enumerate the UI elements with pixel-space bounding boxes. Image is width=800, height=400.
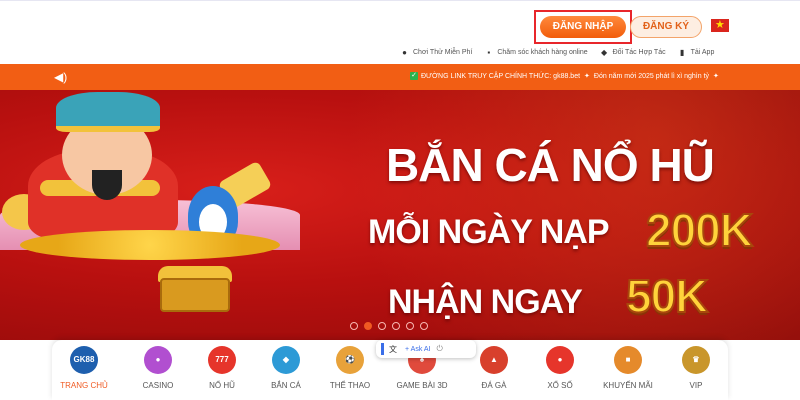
header: ĐĂNG NHẬP ĐĂNG KÝ ★ ● Chơi Thử Miễn Phí … — [0, 0, 800, 64]
fortune-god-hat — [56, 92, 160, 132]
official-link-text: ĐƯỜNG LINK TRUY CẬP CHÍNH THỨC: gk88.bet — [421, 72, 581, 80]
gift-icon: ■ — [614, 346, 642, 374]
star-icon: ✦ — [584, 73, 590, 80]
ai-assistant-popup: 文 + Ask AI ⏻ — [376, 340, 476, 358]
gamepad-icon: ● — [402, 47, 407, 57]
notice-bar: ◀) ✓ ĐƯỜNG LINK TRUY CẬP CHÍNH THỨC: gk8… — [0, 64, 800, 90]
partner-label: Đối Tác Hợp Tác — [612, 48, 666, 56]
customer-care-label: Chăm sóc khách hàng online — [497, 48, 588, 56]
notice-marquee: ✓ ĐƯỜNG LINK TRUY CẬP CHÍNH THỨC: gk88.b… — [410, 72, 723, 80]
rooster-icon: ▲ — [480, 346, 508, 374]
phone-icon: ▮ — [679, 47, 685, 57]
slider-dot-active[interactable] — [364, 322, 372, 330]
star-icon: ✦ — [713, 73, 719, 80]
nav-item-fishing[interactable]: ◆ BẮN CÁ — [256, 346, 316, 390]
translate-icon[interactable]: 文 — [389, 344, 397, 355]
slider-dot[interactable] — [392, 322, 400, 330]
partner-link[interactable]: ◆ Đối Tác Hợp Tác — [600, 48, 666, 57]
customer-care-link[interactable]: ▪ Chăm sóc khách hàng online — [484, 48, 587, 57]
login-button[interactable]: ĐĂNG NHẬP — [540, 16, 626, 38]
free-play-label: Chơi Thử Miễn Phí — [413, 48, 473, 56]
nav-label-vip: VIP — [689, 381, 703, 390]
vietnam-flag-icon[interactable]: ★ — [711, 19, 729, 32]
lottery-ball-icon: ● — [546, 346, 574, 374]
pen-icon[interactable] — [381, 343, 384, 355]
soccer-ball-icon: ⚽ — [336, 346, 364, 374]
promo-text: Đón năm mới 2025 phát lì xì nghìn tỷ — [593, 72, 710, 80]
nav-label-sports: THỂ THAO — [329, 381, 371, 390]
nav-label-lottery: XỔ SỐ — [547, 381, 573, 390]
nav-label-promotions: KHUYẾN MÃI — [603, 381, 653, 390]
nav-label-home: TRANG CHỦ — [60, 381, 108, 390]
nav-item-sports[interactable]: ⚽ THỂ THAO — [320, 346, 380, 390]
banner-headline: BẮN CÁ NỔ HŨ — [386, 139, 715, 191]
gold-coins-pile — [20, 230, 280, 260]
banner-receive-amount: 50K — [625, 269, 709, 323]
slider-dot[interactable] — [350, 322, 358, 330]
speaker-icon[interactable]: ◀) — [54, 70, 67, 84]
register-button[interactable]: ĐĂNG KÝ — [630, 16, 702, 38]
vip-crown-icon: ♛ — [682, 346, 710, 374]
treasure-chest-icon — [160, 278, 230, 312]
nav-label-casino: CASINO — [142, 381, 174, 390]
free-play-link[interactable]: ● Chơi Thử Miễn Phí — [400, 48, 472, 57]
header-links: ● Chơi Thử Miễn Phí ▪ Chăm sóc khách hàn… — [400, 45, 726, 59]
nav-label-fishing: BẮN CÁ — [271, 381, 301, 390]
ask-ai-button[interactable]: + Ask AI — [405, 346, 431, 353]
banner-line-receive: NHẬN NGAY — [388, 283, 583, 321]
download-app-link[interactable]: ▮ Tải App — [678, 47, 715, 57]
nav-item-casino[interactable]: ● CASINO — [128, 346, 188, 390]
chat-icon: ▪ — [487, 47, 491, 57]
power-icon[interactable]: ⏻ — [437, 344, 443, 354]
nav-item-home[interactable]: GK88 TRANG CHỦ — [54, 346, 114, 390]
nav-label-slots: NỔ HŨ — [209, 381, 235, 390]
banner-deposit-amount: 200K — [645, 203, 754, 257]
nav-label-cockfight: ĐÁ GÀ — [481, 381, 507, 390]
check-icon: ✓ — [410, 72, 418, 80]
nav-label-card-games: GAME BÀI 3D — [396, 381, 448, 390]
handshake-icon: ◆ — [601, 47, 608, 57]
nav-item-vip[interactable]: ♛ VIP — [666, 346, 726, 390]
slot-icon: 777 — [208, 346, 236, 374]
nav-item-lottery[interactable]: ● XỔ SỐ — [530, 346, 590, 390]
login-highlight-box: ĐĂNG NHẬP — [534, 10, 632, 44]
fortune-god-beard — [92, 170, 122, 200]
gk88-logo-icon: GK88 — [70, 346, 98, 374]
nav-item-promotions[interactable]: ■ KHUYẾN MÃI — [598, 346, 658, 390]
nav-item-slots[interactable]: 777 NỔ HŨ — [192, 346, 252, 390]
banner-line-deposit: MỖI NGÀY NẠP — [368, 213, 610, 251]
slider-dot[interactable] — [406, 322, 414, 330]
download-app-label: Tải App — [690, 48, 715, 56]
slider-dot[interactable] — [420, 322, 428, 330]
casino-chip-icon: ● — [144, 346, 172, 374]
slider-dots — [350, 322, 434, 330]
fish-icon: ◆ — [272, 346, 300, 374]
slider-dot[interactable] — [378, 322, 386, 330]
